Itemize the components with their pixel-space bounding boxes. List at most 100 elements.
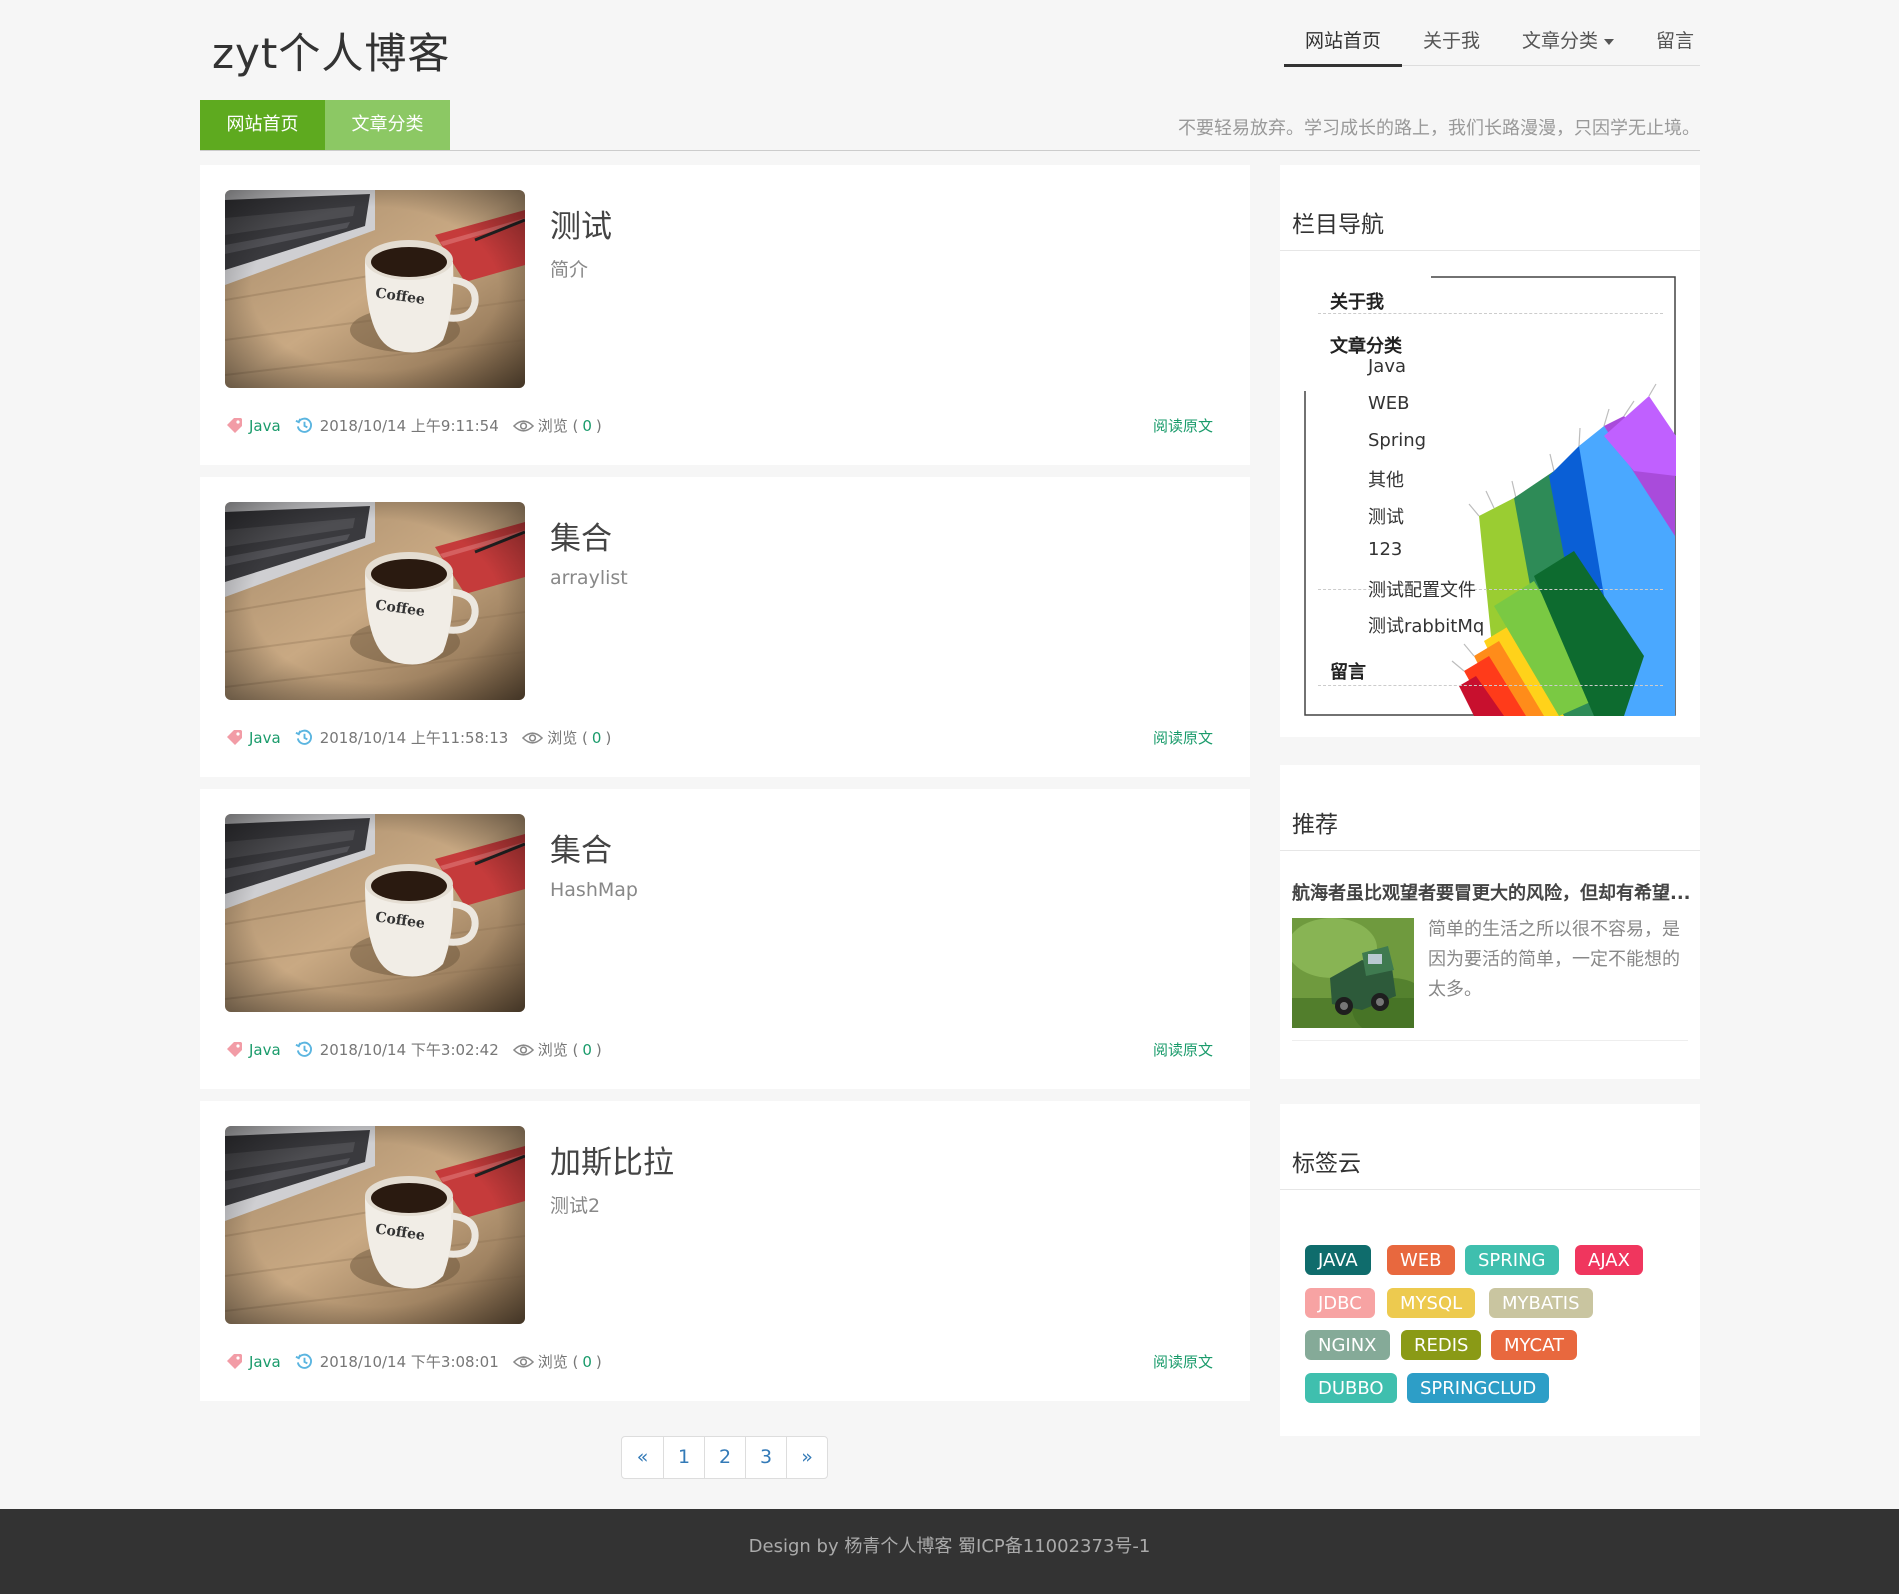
read-more-link[interactable]: 阅读原文 (1153, 727, 1213, 748)
views-count: 0 (591, 728, 602, 747)
article-meta: Java 2018/10/14 上午9:11:54 浏览 ( 0 ) (225, 415, 602, 436)
tag-cloud-panel: 标签云 JAVA WEB SPRING AJAX JDBC MYSQL MYBA… (1280, 1104, 1700, 1436)
article-date: 2018/10/14 上午11:58:13 (319, 729, 509, 747)
article-tag[interactable]: Java (249, 729, 281, 747)
clock-icon (295, 1353, 312, 1369)
article-tag[interactable]: Java (249, 1353, 281, 1371)
views-close: ) (595, 1352, 602, 1371)
article-summary: HashMap (550, 879, 638, 901)
tag-jdbc[interactable]: JDBC (1305, 1288, 1375, 1318)
recommend-panel: 推荐 航海者虽比观望者要冒更大的风险，但却有希望... 简单的生活之所以很不容易… (1280, 765, 1700, 1079)
article-date: 2018/10/14 上午9:11:54 (319, 417, 499, 435)
article-title[interactable]: 加斯比拉 (550, 1137, 674, 1182)
tab-category[interactable]: 文章分类 (325, 100, 450, 150)
clock-icon (295, 729, 312, 745)
column-nav-box: 关于我 文章分类 Java WEB Spring 其他 测试 123 测试配置文… (1304, 276, 1676, 716)
column-nav-about[interactable]: 关于我 (1318, 288, 1663, 314)
eye-icon (522, 731, 544, 744)
tag-mysql[interactable]: MYSQL (1387, 1288, 1476, 1318)
coffee-laptop-image: Coffee (225, 1126, 525, 1324)
article-tag[interactable]: Java (249, 417, 281, 435)
site-title[interactable]: zyt个人博客 (212, 20, 450, 81)
tag-java[interactable]: JAVA (1305, 1245, 1371, 1275)
views-close: ) (605, 728, 612, 747)
category-item-spring[interactable]: Spring (1368, 430, 1426, 451)
category-item-java[interactable]: Java (1368, 356, 1406, 377)
article-meta: Java 2018/10/14 下午3:08:01 浏览 ( 0 ) (225, 1351, 602, 1372)
category-item-config[interactable]: 测试配置文件 (1368, 576, 1476, 602)
clock-icon (295, 1041, 312, 1057)
article-thumbnail[interactable]: Coffee (225, 502, 525, 700)
article-meta: Java 2018/10/14 下午3:02:42 浏览 ( 0 ) (225, 1039, 602, 1060)
nav-home[interactable]: 网站首页 (1284, 20, 1403, 67)
pagination-next[interactable]: » (786, 1437, 827, 1478)
pagination-page-3[interactable]: 3 (745, 1437, 786, 1478)
column-nav-category-label[interactable]: 文章分类 (1330, 336, 1402, 357)
article-title[interactable]: 集合 (550, 825, 612, 870)
tag-dubbo[interactable]: DUBBO (1305, 1373, 1397, 1403)
pagination-prev[interactable]: « (622, 1437, 663, 1478)
tag-cloud-title: 标签云 (1280, 1104, 1700, 1190)
tag-redis[interactable]: REDIS (1401, 1330, 1482, 1360)
article-title[interactable]: 测试 (550, 201, 612, 246)
article-date: 2018/10/14 下午3:02:42 (319, 1041, 499, 1059)
tag-spring[interactable]: SPRING (1465, 1245, 1559, 1275)
article-title[interactable]: 集合 (550, 513, 612, 558)
article-thumbnail[interactable]: Coffee (225, 1126, 525, 1324)
eye-icon (512, 419, 534, 432)
category-item-web[interactable]: WEB (1368, 393, 1410, 414)
recommend-item-title[interactable]: 航海者虽比观望者要冒更大的风险，但却有希望... (1292, 879, 1691, 905)
nav-category-dropdown[interactable]: 文章分类 (1501, 20, 1635, 66)
views-count: 0 (582, 1352, 592, 1371)
clock-icon (295, 417, 312, 433)
tag-nginx[interactable]: NGINX (1305, 1330, 1390, 1360)
tag-icon (227, 1041, 242, 1057)
article-date: 2018/10/14 下午3:08:01 (319, 1353, 499, 1371)
category-item-rabbitmq[interactable]: 测试rabbitMq (1368, 612, 1484, 638)
nav-about[interactable]: 关于我 (1402, 20, 1501, 66)
tag-mycat[interactable]: MYCAT (1491, 1330, 1578, 1360)
top-nav: 网站首页 关于我 文章分类 留言 (1284, 20, 1700, 67)
column-nav-title: 栏目导航 (1280, 165, 1700, 251)
views-count: 0 (582, 1040, 592, 1059)
article-thumbnail[interactable]: Coffee (225, 814, 525, 1012)
views-label: 浏览 ( (537, 1041, 579, 1059)
pagination-page-2[interactable]: 2 (704, 1437, 745, 1478)
article-thumbnail[interactable]: Coffee (225, 190, 525, 388)
pagination-page-1[interactable]: 1 (663, 1437, 704, 1478)
article-summary: arraylist (550, 567, 628, 589)
tag-icon (227, 417, 242, 433)
article-summary: 简介 (550, 259, 589, 281)
article-card-2: Coffee 集合 arraylist Java 2018/10/14 上午11… (200, 477, 1250, 777)
article-summary: 测试2 (550, 1195, 601, 1217)
nav-message[interactable]: 留言 (1635, 20, 1715, 66)
article-tag[interactable]: Java (249, 1041, 281, 1059)
caret-down-icon (1604, 38, 1615, 45)
recommend-thumbnail[interactable] (1292, 918, 1414, 1028)
views-label: 浏览 ( (537, 1353, 579, 1371)
read-more-link[interactable]: 阅读原文 (1153, 415, 1213, 436)
column-nav-message[interactable]: 留言 (1318, 658, 1663, 686)
motto-text: 不要轻易放弃。学习成长的路上，我们长路漫漫，只因学无止境。 (1178, 118, 1700, 139)
eye-icon (512, 1355, 534, 1368)
tab-home[interactable]: 网站首页 (200, 100, 325, 150)
category-item-test[interactable]: 测试 (1368, 503, 1404, 529)
tag-mybatis[interactable]: MYBATIS (1489, 1288, 1593, 1318)
coffee-laptop-image: Coffee (225, 502, 525, 700)
views-close: ) (595, 416, 602, 435)
category-item-other[interactable]: 其他 (1368, 466, 1404, 492)
read-more-link[interactable]: 阅读原文 (1153, 1039, 1213, 1060)
footer: Design by 杨青个人博客 蜀ICP备11002373号-1 (0, 1509, 1899, 1594)
views-label: 浏览 ( (537, 417, 579, 435)
tag-springclud[interactable]: SPRINGCLUD (1407, 1373, 1550, 1403)
tag-web[interactable]: WEB (1387, 1245, 1455, 1275)
nav-home-label: 网站首页 (1305, 30, 1382, 52)
nav-about-label: 关于我 (1423, 30, 1481, 52)
read-more-link[interactable]: 阅读原文 (1153, 1351, 1213, 1372)
category-item-123[interactable]: 123 (1368, 539, 1402, 560)
views-label: 浏览 ( (547, 729, 588, 747)
column-nav-panel: 栏目导航 关于我 文章分类 Java WEB Spring 其他 测试 123 … (1280, 165, 1700, 737)
divider (1292, 1040, 1688, 1041)
tag-ajax[interactable]: AJAX (1575, 1245, 1643, 1275)
article-card-4: Coffee 加斯比拉 测试2 Java 2018/10/14 下午3:08:0… (200, 1101, 1250, 1401)
